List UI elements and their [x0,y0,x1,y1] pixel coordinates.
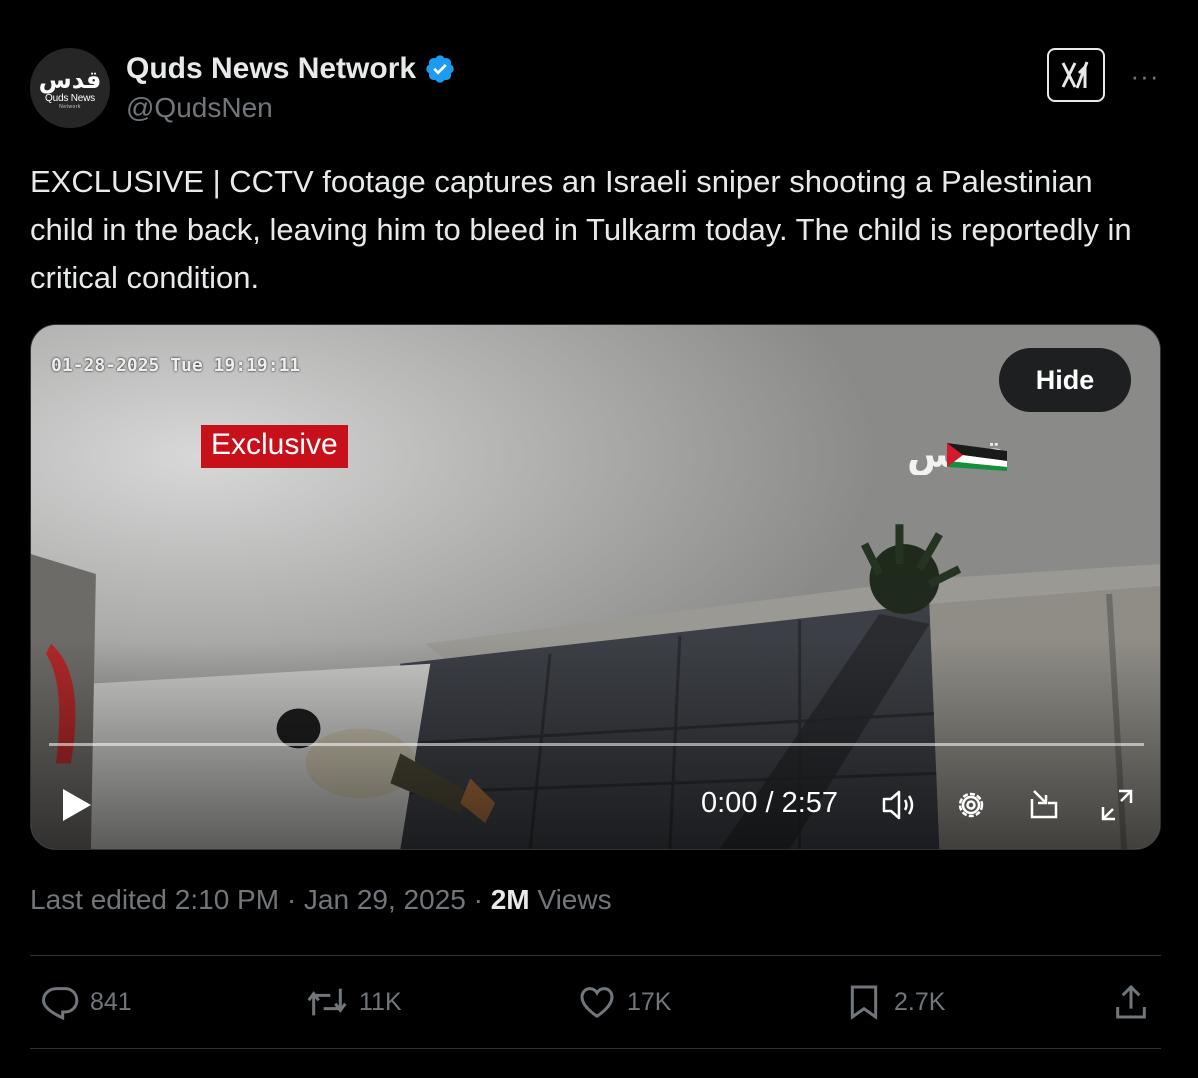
progress-bar[interactable] [49,743,1144,746]
bookmark-count: 2.7K [894,987,946,1016]
tweet-meta: Last edited 2:10 PM · Jan 29, 2025 · 2M … [30,884,612,916]
like-icon [580,987,614,1018]
grok-button[interactable] [1047,48,1105,102]
divider-top [30,955,1161,956]
video-frame [31,325,1160,849]
exclusive-label: Exclusive [201,425,348,468]
author-handle[interactable]: @QudsNen [126,92,273,124]
more-button[interactable]: ··· [1125,56,1165,96]
reply-count: 841 [90,987,132,1016]
edited-timestamp[interactable]: Last edited 2:10 PM · Jan 29, 2025 · [30,884,491,915]
avatar-logo-arabic: قدس [38,65,102,94]
avatar-logo-text: Quds News [45,92,95,104]
play-icon [63,789,91,821]
repost-count: 11K [359,987,402,1016]
author-name-row[interactable]: Quds News Network [126,52,456,86]
volume-icon [882,790,914,820]
fullscreen-button[interactable] [1097,785,1137,825]
verified-icon [426,55,454,83]
tweet-text: EXCLUSIVE | CCTV footage captures an Isr… [30,164,1132,295]
avatar-logo-subtext: Network [59,103,81,110]
play-button[interactable] [59,785,95,830]
like-count: 17K [627,987,672,1016]
reply-button[interactable]: 841 [40,982,132,1022]
author-name[interactable]: Quds News Network [126,52,416,86]
quds-watermark: قدس [907,431,1027,480]
repost-button[interactable]: 11K [303,982,402,1022]
reply-icon [41,987,79,1021]
minimize-icon [1030,790,1058,819]
divider-bottom [30,1048,1161,1049]
share-icon [1116,984,1146,1019]
grok-icon [1061,61,1089,89]
more-icon: ··· [1130,60,1160,91]
fullscreen-icon [1101,789,1133,821]
minimize-button[interactable] [1024,785,1064,825]
time-display: 0:00 / 2:57 [701,787,839,819]
bookmark-button[interactable]: 2.7K [842,982,945,1022]
avatar[interactable]: قدس Quds News Network [30,48,110,128]
repost-icon [307,988,347,1016]
views-label: Views [529,884,612,915]
settings-icon [958,792,984,818]
camera-timestamp: 01-28-2025 Tue 19:19:11 [51,355,301,376]
settings-button[interactable] [951,785,991,825]
like-button[interactable]: 17K [575,982,671,1022]
share-button[interactable] [1110,982,1160,1022]
hide-button[interactable]: Hide [999,348,1131,412]
video-player[interactable]: 01-28-2025 Tue 19:19:11 Exclusive Hide ق… [30,324,1161,850]
bookmark-icon [850,985,878,1020]
views-count: 2M [490,884,530,915]
volume-button[interactable] [879,785,919,825]
